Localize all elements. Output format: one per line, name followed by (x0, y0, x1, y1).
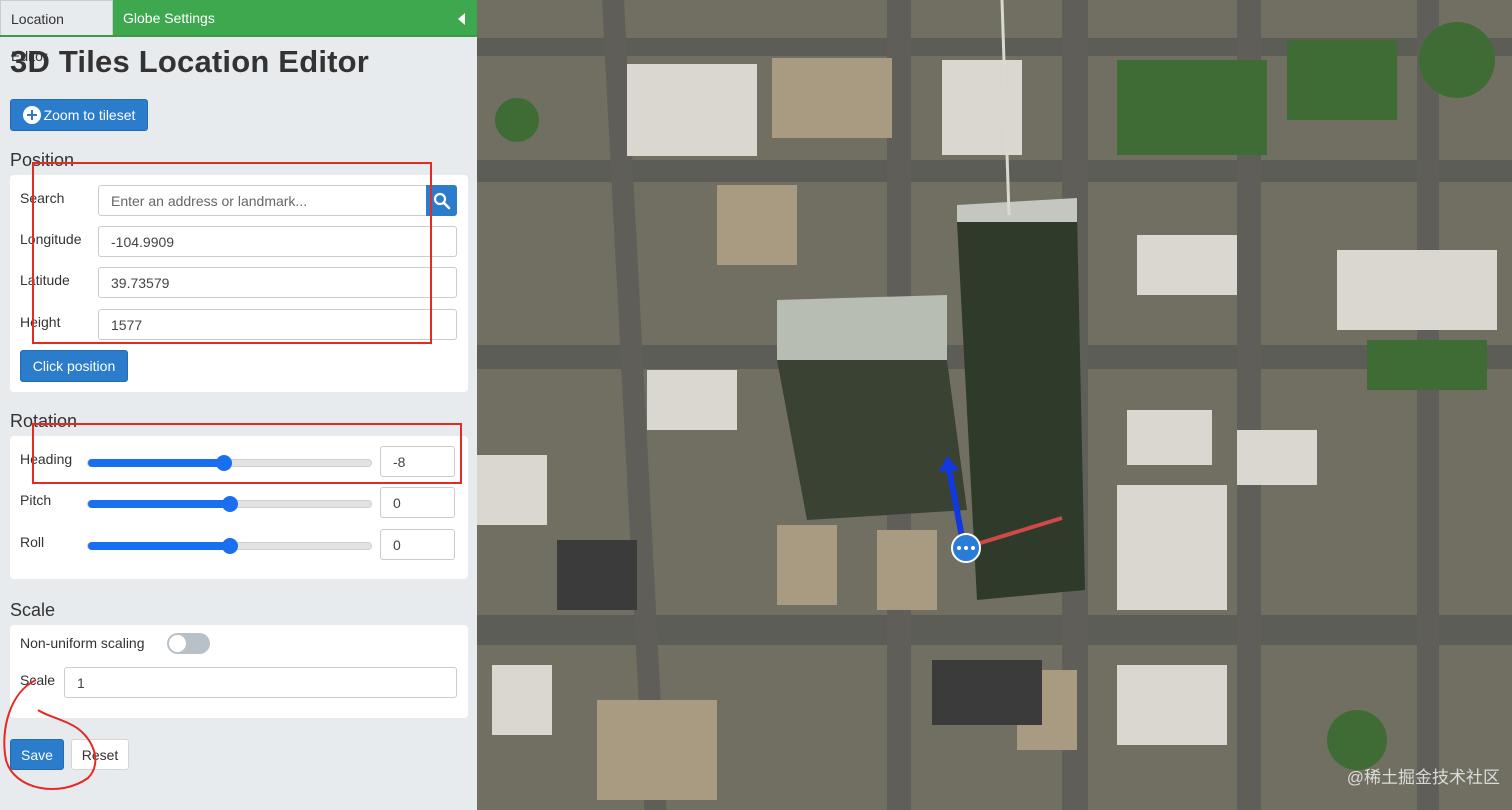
roll-slider[interactable] (87, 538, 372, 554)
map-viewer[interactable]: @稀土掘金技术社区 (477, 0, 1512, 810)
collapse-panel-icon[interactable] (458, 13, 465, 25)
roll-value-field[interactable] (380, 529, 455, 560)
height-field[interactable] (98, 309, 457, 340)
scale-field[interactable] (64, 667, 457, 698)
height-label: Height (20, 314, 61, 330)
latitude-label: Latitude (20, 272, 70, 288)
longitude-label: Longitude (20, 231, 82, 247)
pitch-label: Pitch (20, 492, 52, 508)
zoom-to-tileset-button[interactable]: Zoom to tileset (10, 99, 148, 131)
tab-globe-settings[interactable]: Globe Settings (113, 0, 477, 35)
nonuniform-scaling-label: Non-uniform scaling (20, 635, 145, 651)
zoom-in-icon (22, 106, 41, 124)
heading-label: Heading (20, 451, 73, 467)
aerial-city-view (477, 0, 1512, 810)
pitch-slider-fill (88, 500, 230, 508)
longitude-field[interactable] (98, 226, 457, 257)
nonuniform-scaling-toggle[interactable] (167, 633, 210, 654)
roll-slider-fill (88, 542, 230, 550)
heading-slider-thumb[interactable] (215, 455, 232, 471)
heading-value-field[interactable] (380, 446, 455, 477)
search-label: Search (20, 190, 65, 206)
tab-globe-settings-label: Globe Settings (123, 10, 215, 26)
heading-slider-fill (88, 459, 224, 467)
latitude-field[interactable] (98, 267, 457, 298)
panel-tabs: Location Editor Globe Settings (0, 0, 477, 64)
watermark: @稀土掘金技术社区 (1346, 768, 1500, 787)
rotation-heading: Rotation (10, 411, 78, 431)
pitch-slider-thumb[interactable] (221, 496, 238, 512)
pitch-slider[interactable] (87, 496, 372, 512)
annotation-circle-save (3, 679, 97, 790)
location-editor-panel: Location Editor Globe Settings 3D Tiles … (0, 0, 477, 810)
tab-location-editor[interactable]: Location Editor (0, 0, 113, 64)
toggle-knob (169, 635, 186, 652)
position-heading: Position (10, 150, 75, 170)
heading-slider[interactable] (87, 455, 372, 471)
page-title: 3D Tiles Location Editor (10, 44, 370, 79)
scale-heading: Scale (10, 600, 56, 620)
search-icon (433, 192, 450, 209)
search-input[interactable] (98, 185, 427, 216)
search-button[interactable] (426, 185, 457, 216)
roll-label: Roll (20, 534, 45, 550)
click-position-button[interactable]: Click position (20, 350, 128, 382)
pitch-value-field[interactable] (380, 487, 455, 518)
zoom-to-tileset-label: Zoom to tileset (43, 107, 136, 123)
roll-slider-thumb[interactable] (221, 538, 238, 554)
